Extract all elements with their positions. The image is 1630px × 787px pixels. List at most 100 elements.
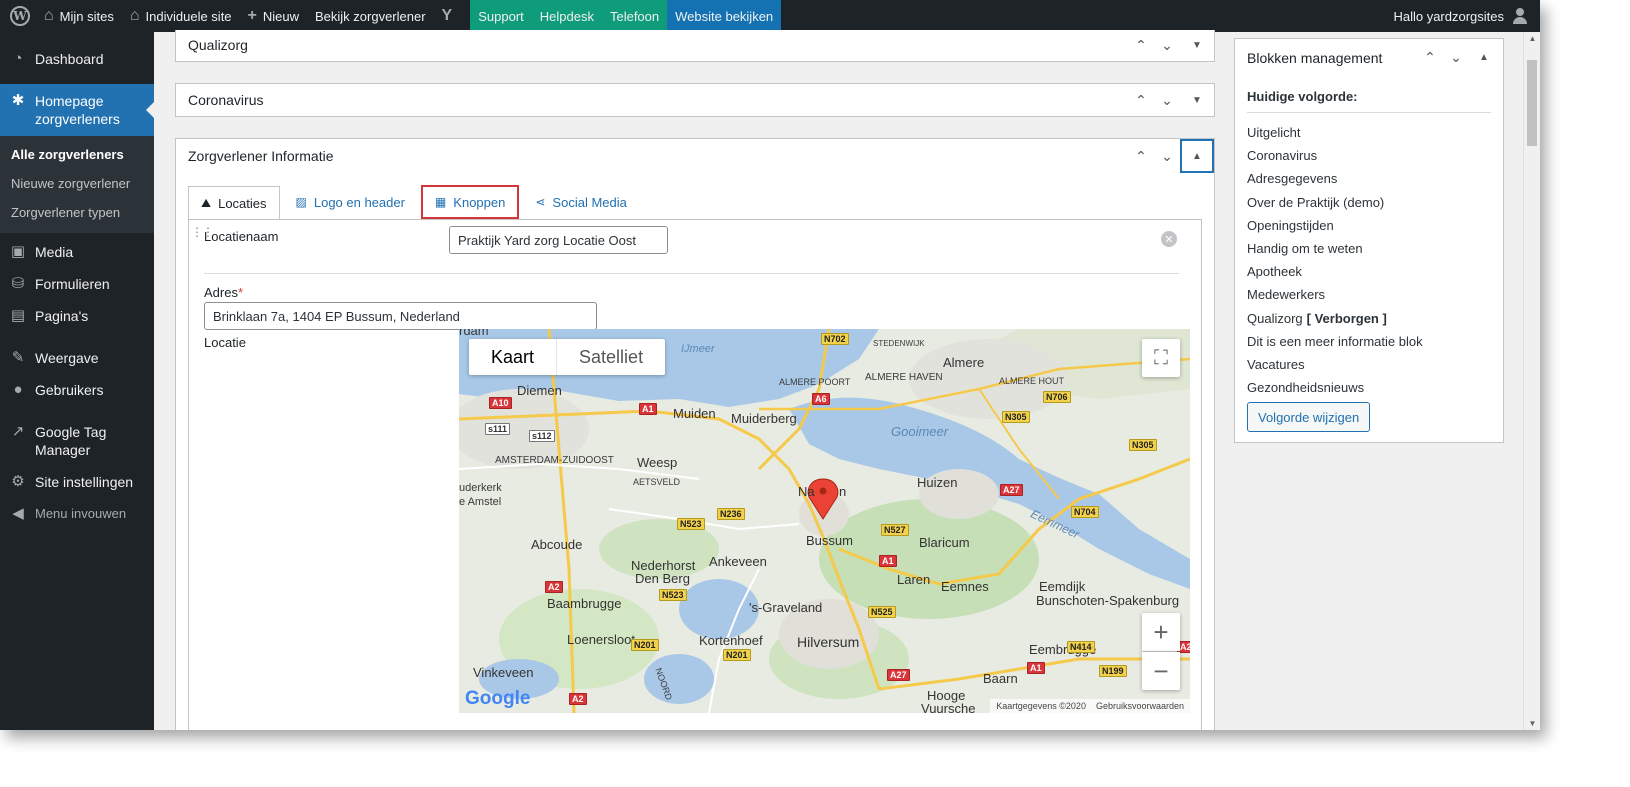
map-type-map-button[interactable]: Kaart bbox=[469, 339, 556, 375]
map-type-satellite-button[interactable]: Satelliet bbox=[556, 339, 665, 375]
account-menu[interactable]: Hallo yardzorgsites bbox=[1385, 0, 1540, 32]
info-tabs: ⛰ Locaties ▨ Logo en header ▦ Knoppen ⋖ … bbox=[188, 185, 643, 220]
toggle-panel-button[interactable]: ▼ bbox=[1180, 30, 1214, 60]
list-item: Coronavirus bbox=[1247, 148, 1318, 164]
postbox-provider-info: Zorgverlener Informatie ⌃ ⌄ ▲ ⛰ Locaties… bbox=[175, 138, 1215, 730]
scroll-up-arrow-icon[interactable]: ▲ bbox=[1524, 34, 1540, 43]
fullscreen-icon: ⛶ bbox=[1154, 346, 1168, 369]
my-sites-menu[interactable]: ⌂ Mijn sites bbox=[36, 0, 122, 32]
move-down-button[interactable]: ⌄ bbox=[1154, 148, 1180, 165]
sidebar-item-site-settings[interactable]: ⚙ Site instellingen bbox=[0, 465, 154, 499]
map-label: Bussum bbox=[806, 533, 853, 548]
map-label: ALMERE POORT bbox=[779, 377, 851, 387]
map-label: Baambrugge bbox=[547, 596, 622, 611]
fullscreen-button[interactable]: ⛶ bbox=[1142, 339, 1180, 377]
map-label: AETSVELD bbox=[633, 477, 681, 487]
scroll-down-arrow-icon[interactable]: ▼ bbox=[1524, 719, 1540, 728]
map-terms-link[interactable]: Gebruiksvoorwaarden bbox=[1096, 701, 1184, 711]
sidebar-item-pages[interactable]: ▤ Pagina's bbox=[0, 299, 154, 333]
location-name-label: Locatienaam bbox=[204, 229, 279, 244]
move-down-button[interactable]: ⌄ bbox=[1154, 92, 1180, 109]
sidebar-item-google-tag-manager[interactable]: ↗ Google Tag Manager bbox=[0, 415, 154, 467]
support-link[interactable]: Support bbox=[470, 0, 532, 32]
change-order-button[interactable]: Volgorde wijzigen bbox=[1247, 402, 1371, 432]
road-badge: A27 bbox=[887, 669, 910, 681]
remove-location-icon[interactable]: ✕ bbox=[1161, 231, 1177, 247]
helpdesk-link[interactable]: Helpdesk bbox=[531, 0, 602, 32]
map-label: Ankeveen bbox=[709, 554, 767, 569]
google-map[interactable]: Almere ALMERE HAVEN ALMERE POORT ALMERE … bbox=[459, 329, 1190, 713]
tab-social-media[interactable]: ⋖ Social Media bbox=[523, 185, 639, 219]
blocks-management-box: Blokken management ⌃ ⌄ ▲ Huidige volgord… bbox=[1234, 38, 1504, 443]
phone-link[interactable]: Telefoon bbox=[601, 0, 668, 32]
postbox-controls: ⌃ ⌄ ▲ bbox=[1417, 39, 1503, 76]
sidebar-item-forms[interactable]: ⛁ Formulieren bbox=[0, 267, 154, 301]
support-label: Support bbox=[478, 8, 524, 24]
tab-locations[interactable]: ⛰ Locaties bbox=[188, 186, 280, 220]
postbox-controls: ⌃ ⌄ ▼ bbox=[1128, 84, 1214, 116]
move-down-button[interactable]: ⌄ bbox=[1443, 49, 1469, 66]
list-item-label: Qualizorg bbox=[1247, 310, 1303, 326]
sidebar-item-users[interactable]: ● Gebruikers bbox=[0, 373, 154, 407]
list-item: Apotheek bbox=[1247, 264, 1302, 280]
scroll-thumb[interactable] bbox=[1527, 60, 1537, 146]
postbox-title: Coronavirus bbox=[188, 92, 264, 108]
wordpress-icon: W bbox=[10, 6, 30, 26]
map-label: Gooimeer bbox=[891, 424, 949, 439]
list-item: Over de Praktijk (demo) bbox=[1247, 194, 1385, 210]
phone-label: Telefoon bbox=[609, 8, 660, 24]
google-logo-text: Google bbox=[465, 688, 531, 709]
sidebar-item-appearance[interactable]: ✎ Weergave bbox=[0, 341, 154, 375]
list-item: Dit is een meer informatie blok bbox=[1247, 333, 1423, 349]
tab-label: Knoppen bbox=[453, 194, 506, 210]
toggle-panel-button[interactable]: ▼ bbox=[1180, 84, 1214, 116]
zoom-out-button[interactable]: − bbox=[1142, 652, 1180, 690]
submenu-new-provider[interactable]: Nieuwe zorgverlener bbox=[0, 171, 154, 196]
map-label: Vinkeveen bbox=[473, 665, 534, 680]
road-badge: A2 bbox=[569, 693, 587, 705]
wordpress-logo-button[interactable]: W bbox=[0, 0, 36, 32]
map-attribution-text: Kaartgegevens ©2020 bbox=[996, 701, 1086, 711]
move-up-button[interactable]: ⌃ bbox=[1128, 37, 1154, 54]
move-up-button[interactable]: ⌃ bbox=[1417, 49, 1443, 66]
tab-logo-header[interactable]: ▨ Logo en header bbox=[284, 185, 417, 219]
list-item: Medewerkers bbox=[1247, 287, 1326, 303]
road-badge: N199 bbox=[1099, 665, 1127, 677]
move-up-button[interactable]: ⌃ bbox=[1128, 92, 1154, 109]
individual-site-menu[interactable]: ⌂ Individuele site bbox=[122, 0, 240, 32]
individual-site-label: Individuele site bbox=[145, 8, 232, 24]
road-badge: A6 bbox=[812, 393, 830, 405]
tab-buttons[interactable]: ▦ Knoppen bbox=[420, 185, 520, 219]
move-up-button[interactable]: ⌃ bbox=[1128, 148, 1154, 165]
new-content-menu[interactable]: + Nieuw bbox=[240, 0, 307, 32]
sidebar-item-homepage-providers[interactable]: ✱ Homepage zorgverleners bbox=[0, 84, 154, 136]
sidebar-item-media[interactable]: ▣ Media bbox=[0, 235, 154, 269]
page-scrollbar[interactable]: ▲ ▼ bbox=[1523, 32, 1540, 730]
view-provider-link[interactable]: Bekijk zorgverlener bbox=[307, 0, 434, 32]
view-website-link[interactable]: Website bekijken bbox=[667, 0, 782, 32]
collapse-menu-button[interactable]: ◀ Menu invouwen bbox=[0, 497, 154, 531]
toggle-panel-button[interactable]: ▲ bbox=[1469, 39, 1499, 76]
location-name-input[interactable]: Praktijk Yard zorg Locatie Oost bbox=[449, 226, 668, 254]
submenu-provider-types[interactable]: Zorgverlener typen bbox=[0, 200, 154, 225]
yoast-menu[interactable]: Y bbox=[434, 0, 461, 32]
road-badge: N702 bbox=[821, 333, 849, 345]
location-map-label: Locatie bbox=[204, 335, 246, 350]
address-value: Brinklaan 7a, 1404 EP Bussum, Nederland bbox=[213, 308, 460, 324]
submenu-all-providers[interactable]: Alle zorgverleners bbox=[0, 142, 154, 167]
map-label: Baarn bbox=[983, 671, 1018, 686]
map-label: Diemen bbox=[517, 383, 562, 398]
road-badge: A1 bbox=[879, 555, 897, 567]
sidebar-item-dashboard[interactable]: ◔ Dashboard bbox=[0, 42, 154, 76]
map-label: Eemnes bbox=[941, 579, 989, 594]
view-provider-label: Bekijk zorgverlener bbox=[315, 8, 426, 24]
map-label: ALMERE HOUT bbox=[999, 376, 1065, 386]
zoom-in-button[interactable]: + bbox=[1142, 613, 1180, 651]
address-label-text: Adres bbox=[204, 285, 238, 300]
map-label: uderkerk bbox=[459, 482, 502, 494]
address-input[interactable]: Brinklaan 7a, 1404 EP Bussum, Nederland bbox=[204, 302, 597, 330]
toggle-panel-button[interactable]: ▲ bbox=[1180, 139, 1214, 173]
map-attribution: Kaartgegevens ©2020 Gebruiksvoorwaarden bbox=[990, 699, 1190, 713]
move-down-button[interactable]: ⌄ bbox=[1154, 37, 1180, 54]
sidebar-item-label: Pagina's bbox=[35, 308, 89, 324]
